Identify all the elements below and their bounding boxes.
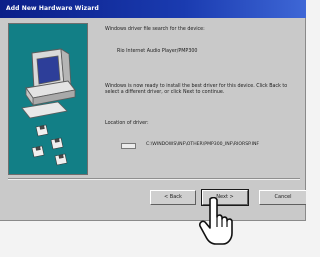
- wizard-content: Windows driver file search for the devic…: [105, 25, 300, 185]
- hand-pointer-cursor-icon: [199, 197, 233, 245]
- driver-location-row: C:\WINDOWS\INF\OTHER\PMP300_INF\RIORSP.I…: [121, 141, 306, 151]
- computer-illustration-icon: [9, 24, 87, 174]
- window-title: Add New Hardware Wizard: [6, 5, 99, 12]
- wizard-dialog: Add New Hardware Wizard Windows driver f…: [0, 0, 306, 221]
- intro-text: Windows driver file search for the devic…: [105, 27, 205, 32]
- ready-text: Windows is now ready to install the best…: [105, 84, 289, 95]
- wizard-illustration: [8, 23, 88, 175]
- divider: [8, 178, 300, 180]
- screen: Add New Hardware Wizard Windows driver f…: [0, 0, 306, 257]
- driver-path: C:\WINDOWS\INF\OTHER\PMP300_INF\RIORSP.I…: [146, 142, 260, 147]
- cancel-button[interactable]: Cancel: [259, 190, 306, 205]
- device-name: Rio Internet Audio Player/PMP300: [117, 49, 198, 54]
- title-bar[interactable]: Add New Hardware Wizard: [0, 0, 306, 18]
- driver-file-icon: [121, 143, 136, 149]
- location-label: Location of driver:: [105, 121, 149, 126]
- back-button[interactable]: < Back: [150, 190, 196, 205]
